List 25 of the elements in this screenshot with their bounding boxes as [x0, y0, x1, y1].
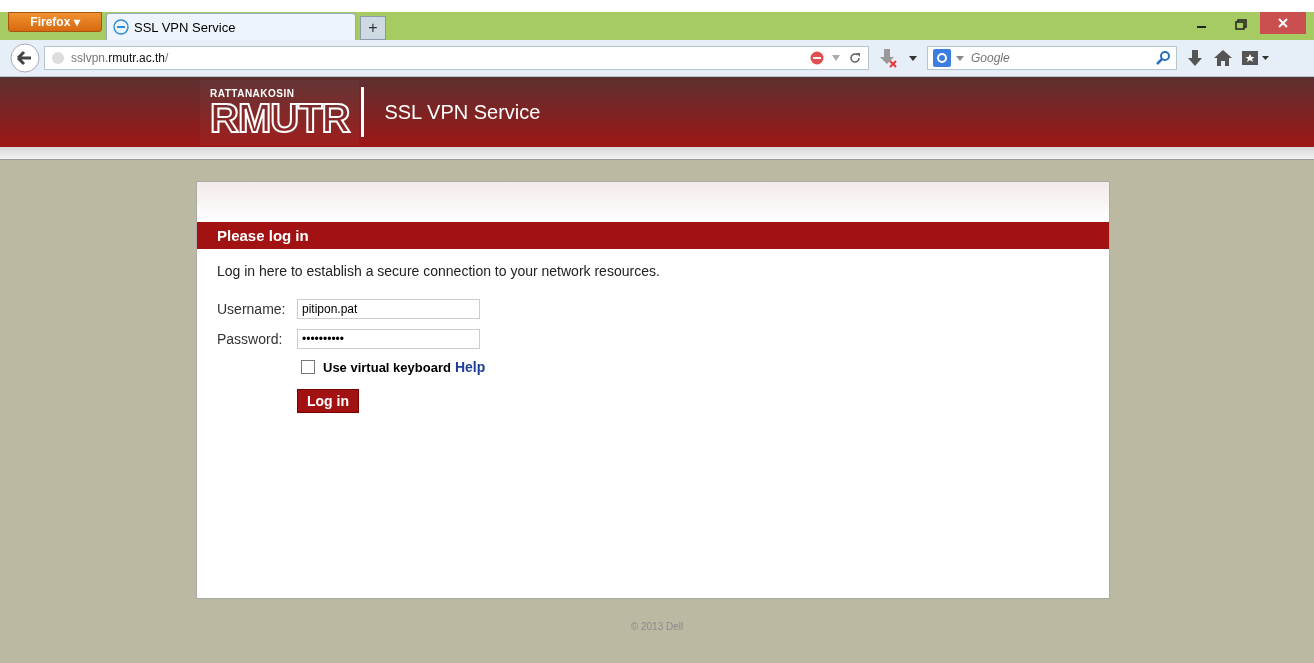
download-arrow-icon[interactable]	[1185, 48, 1205, 68]
reload-icon[interactable]	[848, 51, 862, 65]
intro-text: Log in here to establish a secure connection to your network resources.	[217, 263, 661, 279]
help-link[interactable]: Help	[454, 359, 486, 375]
search-bar[interactable]: Google	[927, 46, 1177, 70]
input-field[interactable]: pitipon.pat	[297, 299, 480, 319]
search-icon[interactable]	[1155, 50, 1171, 66]
login-button[interactable]: Log in	[297, 389, 359, 413]
back-icon[interactable]	[10, 43, 40, 73]
home-icon[interactable]	[1213, 48, 1233, 68]
logo-small-text: RATTANAKOSIN	[210, 87, 296, 99]
bookmarks-icon[interactable]	[1241, 48, 1271, 68]
stop-icon[interactable]	[810, 51, 824, 65]
logo-text: RMUTR	[210, 98, 350, 137]
field-label: Password:	[217, 331, 284, 347]
page-title: SSL VPN Service	[384, 100, 541, 124]
checkbox-label: Use virtual keyboard	[323, 359, 451, 375]
address-bar[interactable]: sslvpn.rmutr.ac.th/	[44, 46, 869, 70]
checkbox[interactable]	[301, 360, 315, 374]
new-tab-button[interactable]: +	[360, 16, 386, 40]
close-icon[interactable]	[1260, 12, 1306, 34]
section-heading: Please log in	[197, 222, 1109, 249]
browser-tab[interactable]: SSL VPN Service	[106, 13, 356, 40]
field-label: Username:	[217, 301, 287, 317]
input-field[interactable]: ••••••••••	[297, 329, 480, 349]
